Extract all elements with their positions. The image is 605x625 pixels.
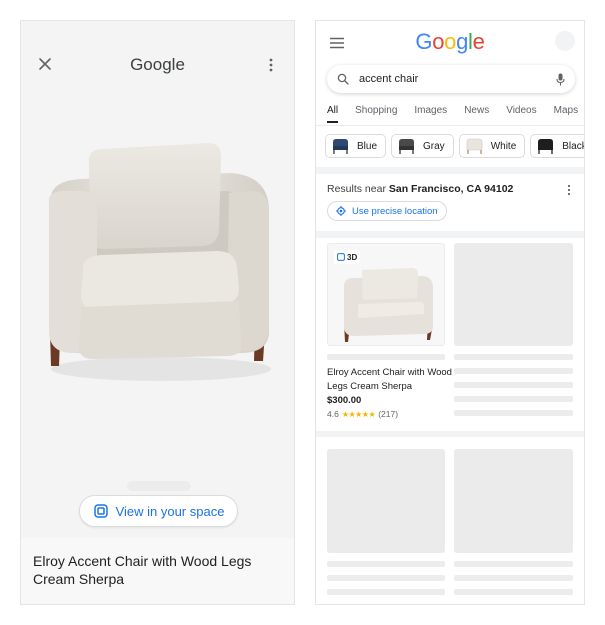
- chip-gray[interactable]: Gray: [391, 134, 454, 158]
- logo-letter: G: [415, 29, 433, 54]
- logo-letter: o: [444, 29, 457, 54]
- location-target-icon: [336, 206, 346, 216]
- star-rating-icon: ★★★★★: [341, 409, 376, 419]
- placeholder-image: [327, 449, 445, 553]
- placeholder-line: [327, 354, 445, 360]
- chair-thumbnail-icon: [344, 268, 433, 342]
- badge-3d-label: 3D: [347, 252, 358, 262]
- logo-letter: e: [472, 29, 485, 54]
- tab-images[interactable]: Images: [414, 105, 447, 123]
- results-near-text: Results near San Francisco, CA 94102: [327, 183, 513, 195]
- chair-thumbnail-icon: [333, 139, 348, 154]
- product-title[interactable]: Elroy Accent Chair with Wood Legs Cream …: [327, 366, 452, 394]
- use-precise-location-label: Use precise location: [352, 205, 438, 217]
- chair-thumbnail-icon: [399, 139, 415, 154]
- review-count: (217): [378, 409, 399, 419]
- badge-3d: 3D: [334, 250, 361, 264]
- section-separator: [316, 231, 584, 238]
- search-results-screen: Google All Shopping Images News Videos M…: [315, 20, 585, 605]
- results-near-location: San Francisco, CA 94102: [388, 183, 514, 195]
- viewer-title: Google: [130, 55, 185, 74]
- chair-thumbnail-icon: [466, 138, 482, 154]
- search-icon: [337, 73, 349, 85]
- product-caption: Elroy Accent Chair with Wood Legs Cream …: [21, 538, 294, 604]
- drag-hint-bar: [127, 481, 191, 491]
- search-tabs: All Shopping Images News Videos Maps: [327, 105, 578, 123]
- google-logo: Google: [316, 29, 584, 55]
- placeholder-line: [454, 354, 573, 360]
- placeholder-line: [454, 575, 573, 581]
- account-avatar[interactable]: [555, 31, 575, 51]
- section-separator: [316, 431, 584, 437]
- chip-white[interactable]: White: [458, 134, 526, 158]
- search-input[interactable]: [359, 73, 546, 85]
- placeholder-image: [454, 243, 573, 346]
- tab-maps[interactable]: Maps: [554, 105, 578, 123]
- placeholder-line: [454, 368, 573, 374]
- chip-label: White: [490, 140, 517, 152]
- placeholder-line: [454, 396, 573, 402]
- chip-blue[interactable]: Blue: [325, 134, 387, 158]
- product-price: $300.00: [327, 395, 362, 406]
- tab-videos[interactable]: Videos: [506, 105, 536, 123]
- placeholder-line: [454, 561, 573, 567]
- tabs-divider: [316, 125, 584, 126]
- chip-label: Blue: [357, 140, 378, 152]
- product-rating: 4.6 ★★★★★ (217): [327, 409, 398, 419]
- tab-shopping[interactable]: Shopping: [355, 105, 397, 123]
- chip-black[interactable]: Black: [530, 134, 585, 158]
- logo-letter: g: [456, 29, 469, 54]
- placeholder-image: [454, 449, 573, 553]
- tab-all[interactable]: All: [327, 105, 339, 123]
- placeholder-line: [454, 410, 573, 416]
- ar-cube-icon: [93, 504, 108, 518]
- section-separator: [316, 167, 584, 174]
- placeholder-line: [454, 382, 573, 388]
- logo-letter: o: [432, 29, 445, 54]
- viewer-screen: Google View in your space Elroy Accent C…: [20, 20, 295, 605]
- results-near-prefix: Results near: [327, 183, 386, 195]
- search-bar: [327, 65, 575, 93]
- placeholder-line: [327, 575, 445, 581]
- more-vert-icon[interactable]: [268, 57, 274, 73]
- more-vert-icon[interactable]: [567, 184, 571, 196]
- chip-label: Black: [562, 140, 585, 152]
- view-in-your-space-button[interactable]: View in your space: [79, 495, 238, 527]
- cube-3d-icon: [337, 253, 345, 261]
- placeholder-line: [327, 561, 445, 567]
- tab-news[interactable]: News: [464, 105, 489, 123]
- rating-value: 4.6: [327, 409, 339, 419]
- chair-3d-model[interactable]: [21, 121, 295, 421]
- microphone-icon[interactable]: [556, 73, 565, 86]
- placeholder-line: [327, 589, 445, 595]
- chip-label: Gray: [423, 140, 445, 152]
- use-precise-location-button[interactable]: Use precise location: [327, 201, 447, 221]
- view-in-your-space-label: View in your space: [115, 503, 225, 519]
- product-image[interactable]: 3D: [327, 243, 445, 346]
- chair-thumbnail-icon: [538, 139, 554, 154]
- color-filter-chips: Blue Gray White Black: [325, 134, 585, 158]
- placeholder-line: [454, 589, 573, 595]
